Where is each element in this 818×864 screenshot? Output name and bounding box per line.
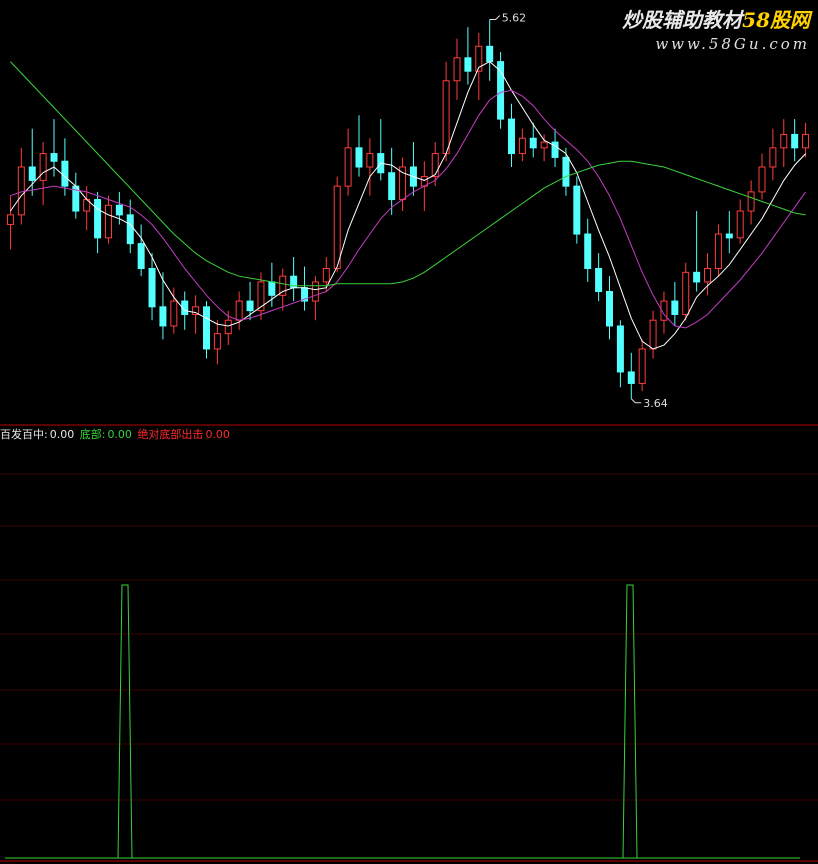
candle-body <box>529 137 537 149</box>
candle-body <box>453 57 461 82</box>
candle-body <box>497 61 505 120</box>
candle-body <box>747 191 755 212</box>
low-marker <box>630 398 642 404</box>
candle-body <box>344 147 352 187</box>
candle-body <box>573 185 581 235</box>
watermark-name: 炒股辅助教材 <box>622 8 743 32</box>
legend-label-dibu: 底部: <box>79 428 106 441</box>
watermark-brand: 58股网 <box>742 8 810 32</box>
candle-body <box>333 185 341 270</box>
legend-label-baifa: 百发百中: <box>0 428 48 441</box>
candle-body <box>224 319 232 335</box>
high-marker <box>489 15 501 20</box>
indicator-legend: 百发百中: 0.00 底部: 0.00 绝对底部出击 0.00 <box>0 426 232 442</box>
candle-body <box>693 271 701 283</box>
signal-spike <box>117 584 133 859</box>
ma-line-long <box>10 61 806 287</box>
candle-body <box>780 133 788 149</box>
candle-body <box>736 210 744 239</box>
candle-body <box>649 319 657 350</box>
candle-body <box>725 233 733 239</box>
candle-body <box>802 133 810 149</box>
low-price-label: 3.64 <box>643 397 668 410</box>
candle-body <box>595 268 603 292</box>
candle-body <box>159 306 167 327</box>
candle-body <box>562 156 570 187</box>
candle-body <box>671 300 679 315</box>
candle-body <box>507 118 515 155</box>
candle-body <box>442 80 450 155</box>
candle-body <box>464 57 472 72</box>
chart-window: { "watermark": { "name_part": "炒股辅助教材", … <box>0 0 818 864</box>
candle-body <box>28 166 36 181</box>
candle-body <box>39 153 47 181</box>
candle-body <box>104 204 112 239</box>
candle-body <box>366 153 374 168</box>
candle-body <box>431 153 439 178</box>
high-price-label: 5.62 <box>502 11 527 24</box>
candle-body <box>148 268 156 308</box>
candle-body <box>235 300 243 321</box>
candle-body <box>704 268 712 283</box>
legend-value-juedui: 0.00 <box>205 428 230 441</box>
candle-body <box>540 141 548 149</box>
watermark: 炒股辅助教材58股网 www.58Gu.com <box>622 4 810 53</box>
candle-body <box>50 153 58 162</box>
candle-body <box>486 45 494 63</box>
legend-label-juedui: 绝对底部出击 <box>137 428 204 441</box>
candle-body <box>213 333 221 350</box>
candle-body <box>61 160 69 187</box>
candle-body <box>115 204 123 216</box>
legend-value-baifa: 0.00 <box>49 428 75 441</box>
candle-body <box>322 268 330 283</box>
candle-body <box>769 147 777 168</box>
candle-body <box>137 243 145 270</box>
candle-body <box>682 271 690 315</box>
watermark-url: www.58Gu.com <box>655 35 810 53</box>
candle-body <box>584 233 592 270</box>
candle-body <box>758 166 766 193</box>
candle-body <box>518 137 526 155</box>
candle-body <box>627 371 635 384</box>
candle-body <box>17 166 25 216</box>
candle-body <box>606 290 613 327</box>
candle-body <box>203 306 210 350</box>
candle-body <box>126 214 134 245</box>
watermark-title: 炒股辅助教材58股网 <box>622 4 810 33</box>
candle-body <box>6 214 14 225</box>
candle-body <box>399 166 407 201</box>
candle-body <box>714 233 722 270</box>
legend-value-dibu: 0.00 <box>107 428 132 441</box>
candle-body <box>616 325 624 373</box>
candle-body <box>311 281 319 302</box>
candle-body <box>638 348 646 384</box>
candle-body <box>268 281 276 296</box>
candle-body <box>388 172 396 201</box>
candle-body <box>791 133 799 149</box>
signal-spike <box>622 584 638 859</box>
candle-body <box>355 147 363 168</box>
candle-body <box>170 300 178 327</box>
candle-body <box>246 300 254 312</box>
candle-body <box>94 199 102 239</box>
